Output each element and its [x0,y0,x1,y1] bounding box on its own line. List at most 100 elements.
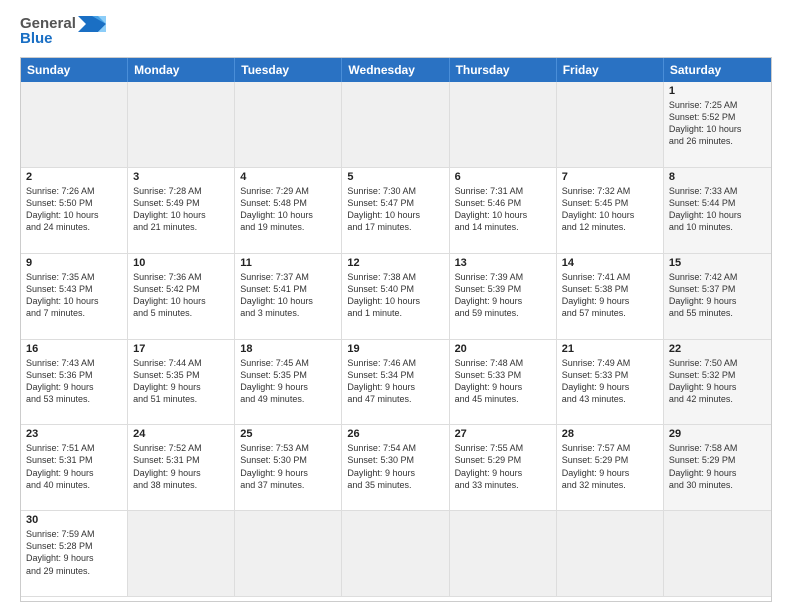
weekday-header: Friday [557,58,664,82]
day-number: 14 [562,257,658,269]
weekday-header: Thursday [450,58,557,82]
day-number: 6 [455,171,551,183]
calendar-body: 1 Sunrise: 7:25 AM Sunset: 5:52 PM Daylig… [21,82,771,597]
day-info: Sunrise: 7:25 AM Sunset: 5:52 PM Dayligh… [669,99,766,148]
calendar-day: 25 Sunrise: 7:53 AM Sunset: 5:30 PM Dayli… [235,425,342,511]
day-number: 12 [347,257,443,269]
day-info: Sunrise: 7:46 AM Sunset: 5:34 PM Dayligh… [347,357,443,406]
calendar-day: 2Sunrise: 7:26 AM Sunset: 5:50 PM Daylig… [21,168,128,254]
day-info: Sunrise: 7:44 AM Sunset: 5:35 PM Dayligh… [133,357,229,406]
calendar-day: 7Sunrise: 7:32 AM Sunset: 5:45 PM Daylig… [557,168,664,254]
weekday-header: Wednesday [342,58,449,82]
day-info: Sunrise: 7:28 AM Sunset: 5:49 PM Dayligh… [133,185,229,234]
day-info: Sunrise: 7:39 AM Sunset: 5:39 PM Dayligh… [455,271,551,320]
logo: General Blue [20,16,106,47]
day-info: Sunrise: 7:43 AM Sunset: 5:36 PM Dayligh… [26,357,122,406]
calendar-empty [21,82,128,168]
day-info: Sunrise: 7:50 AM Sunset: 5:32 PM Dayligh… [669,357,766,406]
day-info: Sunrise: 7:32 AM Sunset: 5:45 PM Dayligh… [562,185,658,234]
calendar-day: 13 Sunrise: 7:39 AM Sunset: 5:39 PM Dayli… [450,254,557,340]
day-number: 13 [455,257,551,269]
day-info: Sunrise: 7:26 AM Sunset: 5:50 PM Dayligh… [26,185,122,234]
day-info: Sunrise: 7:42 AM Sunset: 5:37 PM Dayligh… [669,271,766,320]
day-info: Sunrise: 7:38 AM Sunset: 5:40 PM Dayligh… [347,271,443,320]
calendar-day: 1 Sunrise: 7:25 AM Sunset: 5:52 PM Daylig… [664,82,771,168]
calendar-day: 27Sunrise: 7:55 AM Sunset: 5:29 PM Dayli… [450,425,557,511]
calendar-day: 20 Sunrise: 7:48 AM Sunset: 5:33 PM Dayli… [450,340,557,426]
day-info: Sunrise: 7:55 AM Sunset: 5:29 PM Dayligh… [455,442,551,491]
calendar-empty [235,511,342,597]
day-info: Sunrise: 7:35 AM Sunset: 5:43 PM Dayligh… [26,271,122,320]
calendar-day: 21 Sunrise: 7:49 AM Sunset: 5:33 PM Dayli… [557,340,664,426]
calendar-day: 18 Sunrise: 7:45 AM Sunset: 5:35 PM Dayli… [235,340,342,426]
calendar-empty [342,511,449,597]
day-info: Sunrise: 7:54 AM Sunset: 5:30 PM Dayligh… [347,442,443,491]
calendar-header: SundayMondayTuesdayWednesdayThursdayFrid… [21,58,771,82]
day-number: 24 [133,428,229,440]
day-number: 25 [240,428,336,440]
calendar-empty [235,82,342,168]
day-number: 28 [562,428,658,440]
day-number: 19 [347,343,443,355]
weekday-header: Tuesday [235,58,342,82]
day-number: 15 [669,257,766,269]
day-number: 11 [240,257,336,269]
day-info: Sunrise: 7:48 AM Sunset: 5:33 PM Dayligh… [455,357,551,406]
logo-blue: Blue [20,31,106,48]
calendar-day: 8Sunrise: 7:33 AM Sunset: 5:44 PM Daylig… [664,168,771,254]
calendar-empty [450,82,557,168]
day-number: 16 [26,343,122,355]
logo-container: General Blue [20,16,106,47]
calendar-empty [342,82,449,168]
calendar-day: 17Sunrise: 7:44 AM Sunset: 5:35 PM Dayli… [128,340,235,426]
weekday-header: Saturday [664,58,771,82]
calendar-day: 15 Sunrise: 7:42 AM Sunset: 5:37 PM Dayli… [664,254,771,340]
day-number: 9 [26,257,122,269]
day-number: 21 [562,343,658,355]
calendar-day: 10Sunrise: 7:36 AM Sunset: 5:42 PM Dayli… [128,254,235,340]
calendar-empty [557,511,664,597]
calendar-day: 23 Sunrise: 7:51 AM Sunset: 5:31 PM Dayli… [21,425,128,511]
day-number: 1 [669,85,766,97]
day-number: 29 [669,428,766,440]
calendar-day: 30Sunrise: 7:59 AM Sunset: 5:28 PM Dayli… [21,511,128,597]
day-info: Sunrise: 7:31 AM Sunset: 5:46 PM Dayligh… [455,185,551,234]
weekday-header: Sunday [21,58,128,82]
calendar-day: 22 Sunrise: 7:50 AM Sunset: 5:32 PM Dayli… [664,340,771,426]
day-number: 26 [347,428,443,440]
day-info: Sunrise: 7:51 AM Sunset: 5:31 PM Dayligh… [26,442,122,491]
day-info: Sunrise: 7:33 AM Sunset: 5:44 PM Dayligh… [669,185,766,234]
calendar-day: 24 Sunrise: 7:52 AM Sunset: 5:31 PM Dayli… [128,425,235,511]
day-info: Sunrise: 7:37 AM Sunset: 5:41 PM Dayligh… [240,271,336,320]
calendar-empty [128,82,235,168]
day-number: 22 [669,343,766,355]
calendar-day: 6 Sunrise: 7:31 AM Sunset: 5:46 PM Daylig… [450,168,557,254]
day-number: 5 [347,171,443,183]
day-info: Sunrise: 7:41 AM Sunset: 5:38 PM Dayligh… [562,271,658,320]
calendar-day: 5Sunrise: 7:30 AM Sunset: 5:47 PM Daylig… [342,168,449,254]
day-info: Sunrise: 7:49 AM Sunset: 5:33 PM Dayligh… [562,357,658,406]
calendar: SundayMondayTuesdayWednesdayThursdayFrid… [20,57,772,602]
day-info: Sunrise: 7:29 AM Sunset: 5:48 PM Dayligh… [240,185,336,234]
day-info: Sunrise: 7:52 AM Sunset: 5:31 PM Dayligh… [133,442,229,491]
day-number: 23 [26,428,122,440]
calendar-day: 4 Sunrise: 7:29 AM Sunset: 5:48 PM Daylig… [235,168,342,254]
calendar-day: 9 Sunrise: 7:35 AM Sunset: 5:43 PM Daylig… [21,254,128,340]
calendar-day: 26 Sunrise: 7:54 AM Sunset: 5:30 PM Dayli… [342,425,449,511]
calendar-day: 16 Sunrise: 7:43 AM Sunset: 5:36 PM Dayli… [21,340,128,426]
day-number: 4 [240,171,336,183]
day-info: Sunrise: 7:57 AM Sunset: 5:29 PM Dayligh… [562,442,658,491]
calendar-day: 3 Sunrise: 7:28 AM Sunset: 5:49 PM Daylig… [128,168,235,254]
calendar-empty [664,511,771,597]
day-number: 20 [455,343,551,355]
calendar-day: 19 Sunrise: 7:46 AM Sunset: 5:34 PM Dayli… [342,340,449,426]
day-number: 3 [133,171,229,183]
header: General Blue [20,16,772,47]
calendar-empty [450,511,557,597]
day-info: Sunrise: 7:45 AM Sunset: 5:35 PM Dayligh… [240,357,336,406]
weekday-header: Monday [128,58,235,82]
day-info: Sunrise: 7:53 AM Sunset: 5:30 PM Dayligh… [240,442,336,491]
day-number: 18 [240,343,336,355]
calendar-day: 14 Sunrise: 7:41 AM Sunset: 5:38 PM Dayli… [557,254,664,340]
calendar-day: 12 Sunrise: 7:38 AM Sunset: 5:40 PM Dayli… [342,254,449,340]
